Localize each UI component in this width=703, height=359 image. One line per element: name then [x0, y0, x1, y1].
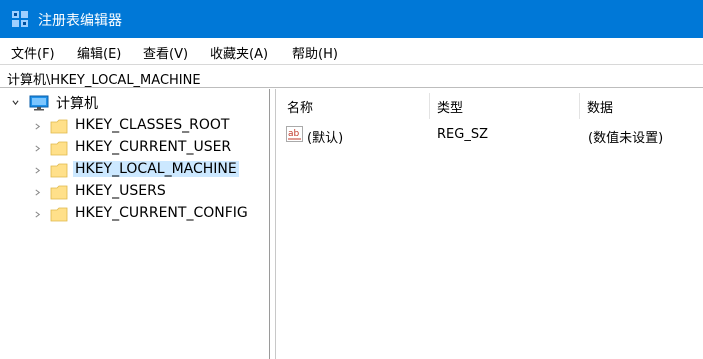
tree-item-label: HKEY_USERS [75, 183, 166, 199]
chevron-right-icon[interactable] [34, 189, 41, 196]
address-bar[interactable]: 计算机\HKEY_LOCAL_MACHINE [0, 64, 703, 88]
tree-item-label: 计算机 [56, 96, 98, 112]
window-title: 注册表编辑器 [38, 13, 122, 29]
folder-icon [50, 141, 68, 156]
tree-item-hkey-users[interactable]: HKEY_USERS [0, 181, 268, 203]
menu-bar: 文件(F) 编辑(E) 查看(V) 收藏夹(A) 帮助(H) [0, 38, 703, 63]
folder-icon [50, 119, 68, 134]
tree-item-hkey-local-machine[interactable]: HKEY_LOCAL_MACHINE [0, 159, 268, 181]
folder-icon [50, 185, 68, 200]
regedit-app-icon [12, 11, 28, 27]
pane-splitter[interactable] [270, 89, 276, 359]
chevron-right-icon[interactable] [34, 167, 41, 174]
column-header-data[interactable]: 数据 [587, 97, 613, 116]
tree-item-computer[interactable]: 计算机 [0, 91, 268, 113]
value-name[interactable]: (默认) [307, 127, 343, 146]
menu-edit[interactable]: 编辑(E) [77, 43, 121, 62]
column-divider[interactable] [429, 93, 430, 119]
svg-text:ab: ab [288, 129, 300, 139]
chevron-right-icon[interactable] [34, 145, 41, 152]
tree-pane[interactable]: 计算机 HKEY_CLASSES_ROOT HKEY_CURRENT_USER … [0, 89, 270, 359]
tree-item-hkey-classes-root[interactable]: HKEY_CLASSES_ROOT [0, 115, 268, 137]
folder-icon [50, 163, 68, 178]
chevron-right-icon[interactable] [34, 123, 41, 130]
value-type: REG_SZ [437, 127, 488, 142]
title-bar: 注册表编辑器 [0, 0, 703, 38]
tree-item-hkey-current-user[interactable]: HKEY_CURRENT_USER [0, 137, 268, 159]
string-value-icon: ab [286, 126, 303, 142]
menu-favorites[interactable]: 收藏夹(A) [210, 43, 268, 62]
menu-help[interactable]: 帮助(H) [292, 43, 338, 62]
tree-item-hkey-current-config[interactable]: HKEY_CURRENT_CONFIG [0, 203, 268, 225]
values-list-pane[interactable]: 名称 类型 数据 ab (默认) REG_SZ (数值未设置) [277, 89, 703, 359]
folder-icon [50, 207, 68, 222]
menu-view[interactable]: 查看(V) [143, 43, 188, 62]
menu-file[interactable]: 文件(F) [11, 43, 55, 62]
computer-icon [29, 95, 49, 111]
chevron-down-icon[interactable] [12, 99, 19, 106]
column-header-name[interactable]: 名称 [287, 97, 313, 116]
chevron-right-icon[interactable] [34, 211, 41, 218]
tree-item-label: HKEY_CLASSES_ROOT [75, 117, 230, 133]
tree-item-label: HKEY_CURRENT_CONFIG [75, 205, 248, 221]
address-path[interactable]: 计算机\HKEY_LOCAL_MACHINE [7, 69, 201, 88]
column-divider[interactable] [579, 93, 580, 119]
column-header-type[interactable]: 类型 [437, 97, 463, 116]
value-data: (数值未设置) [588, 131, 664, 146]
tree-item-label: HKEY_CURRENT_USER [75, 139, 232, 155]
tree-item-label: HKEY_LOCAL_MACHINE [73, 161, 239, 177]
